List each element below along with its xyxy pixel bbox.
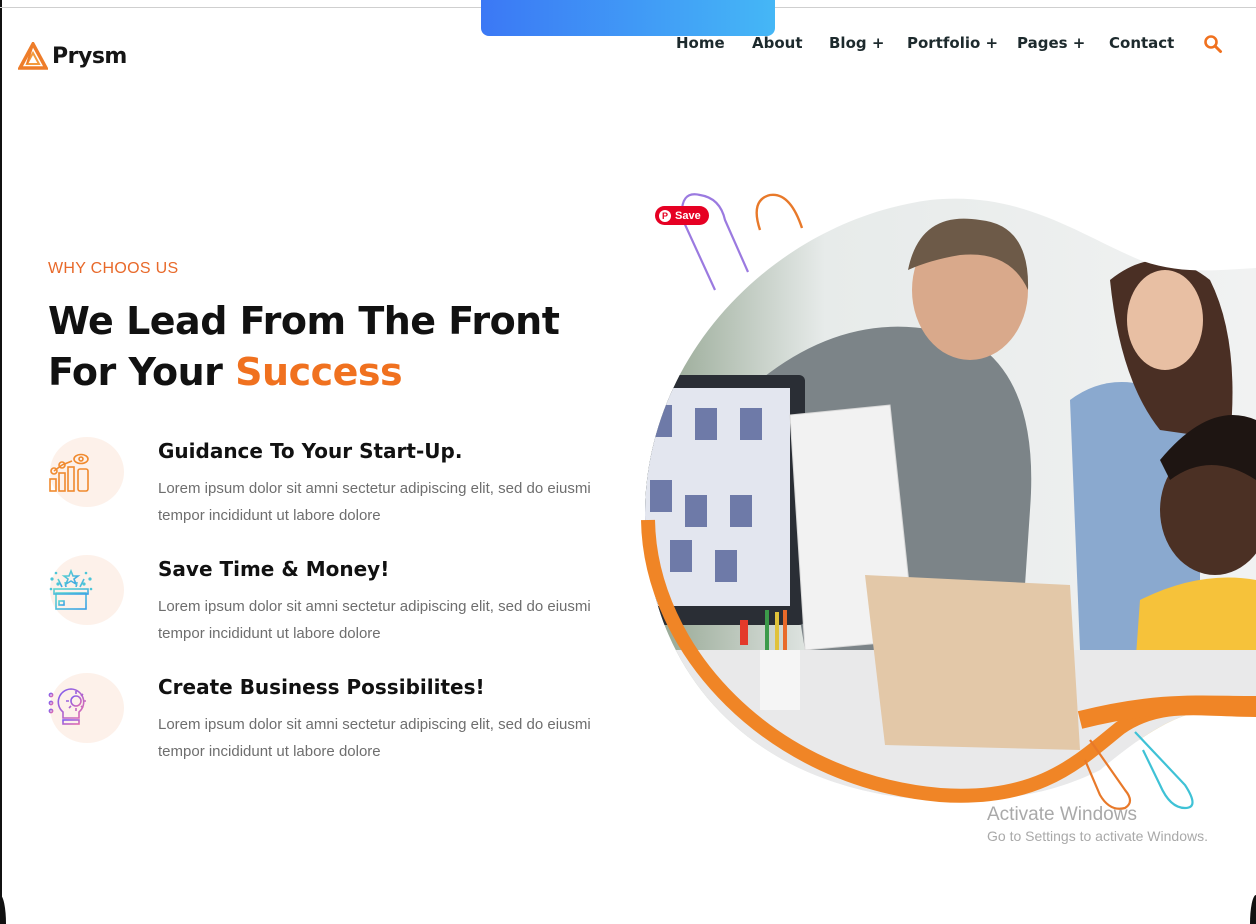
idea-bulb-gear-icon bbox=[48, 688, 86, 728]
headline-line-1: We Lead From The Front bbox=[48, 299, 560, 343]
watermark-title: Activate Windows bbox=[987, 804, 1137, 825]
search-icon[interactable] bbox=[1203, 34, 1223, 54]
headline-line-2-prefix: For Your bbox=[48, 350, 236, 394]
feature-title: Guidance To Your Start-Up. bbox=[158, 439, 463, 463]
feature-description: Lorem ipsum dolor sit amni sectetur adip… bbox=[158, 716, 591, 760]
growth-chart-icon bbox=[49, 453, 89, 492]
hero-photo bbox=[641, 193, 1256, 810]
main-nav: Home About Blog + Portfolio + Pages + Co… bbox=[0, 34, 1256, 58]
pinterest-save-button[interactable]: P Save bbox=[655, 206, 709, 225]
feature-item: Guidance To Your Start-Up. Lorem ipsum d… bbox=[48, 437, 608, 547]
nav-item-about[interactable]: About bbox=[752, 34, 803, 52]
gift-box-icon bbox=[49, 568, 93, 610]
nav-item-contact[interactable]: Contact bbox=[1109, 34, 1174, 52]
headline-accent-word: Success bbox=[235, 350, 403, 394]
photo-laptop bbox=[865, 575, 1080, 750]
nav-item-blog[interactable]: Blog + bbox=[829, 34, 884, 52]
browser-overlay-pill bbox=[481, 0, 775, 36]
nav-item-home[interactable]: Home bbox=[676, 34, 725, 52]
pinterest-icon: P bbox=[659, 209, 671, 222]
section-headline: We Lead From The Front For Your Success bbox=[48, 296, 560, 398]
window-frame-edge bbox=[0, 0, 2, 924]
cyan-loop-decoration bbox=[1134, 731, 1194, 810]
watermark-subtitle: Go to Settings to activate Windows. bbox=[987, 828, 1208, 844]
feature-description: Lorem ipsum dolor sit amni sectetur adip… bbox=[158, 598, 591, 642]
feature-item: Save Time & Money! Lorem ipsum dolor sit… bbox=[48, 555, 608, 665]
photo-woman-face bbox=[1127, 270, 1203, 370]
feature-description: Lorem ipsum dolor sit amni sectetur adip… bbox=[158, 480, 591, 524]
feature-title: Save Time & Money! bbox=[158, 557, 390, 581]
window-corner-right bbox=[1250, 895, 1256, 924]
nav-item-pages[interactable]: Pages + bbox=[1017, 34, 1085, 52]
window-corner-left bbox=[0, 895, 6, 924]
hero-image-area bbox=[640, 180, 1256, 820]
section-eyebrow: WHY CHOOS US bbox=[48, 260, 179, 277]
orange-loop-decoration bbox=[755, 193, 804, 231]
windows-activation-watermark: Activate Windows Go to Settings to activ… bbox=[987, 804, 1208, 844]
feature-item: Create Business Possibilites! Lorem ipsu… bbox=[48, 673, 608, 783]
feature-title: Create Business Possibilites! bbox=[158, 675, 485, 699]
pinterest-save-label: Save bbox=[675, 209, 701, 222]
nav-item-portfolio[interactable]: Portfolio + bbox=[907, 34, 998, 52]
